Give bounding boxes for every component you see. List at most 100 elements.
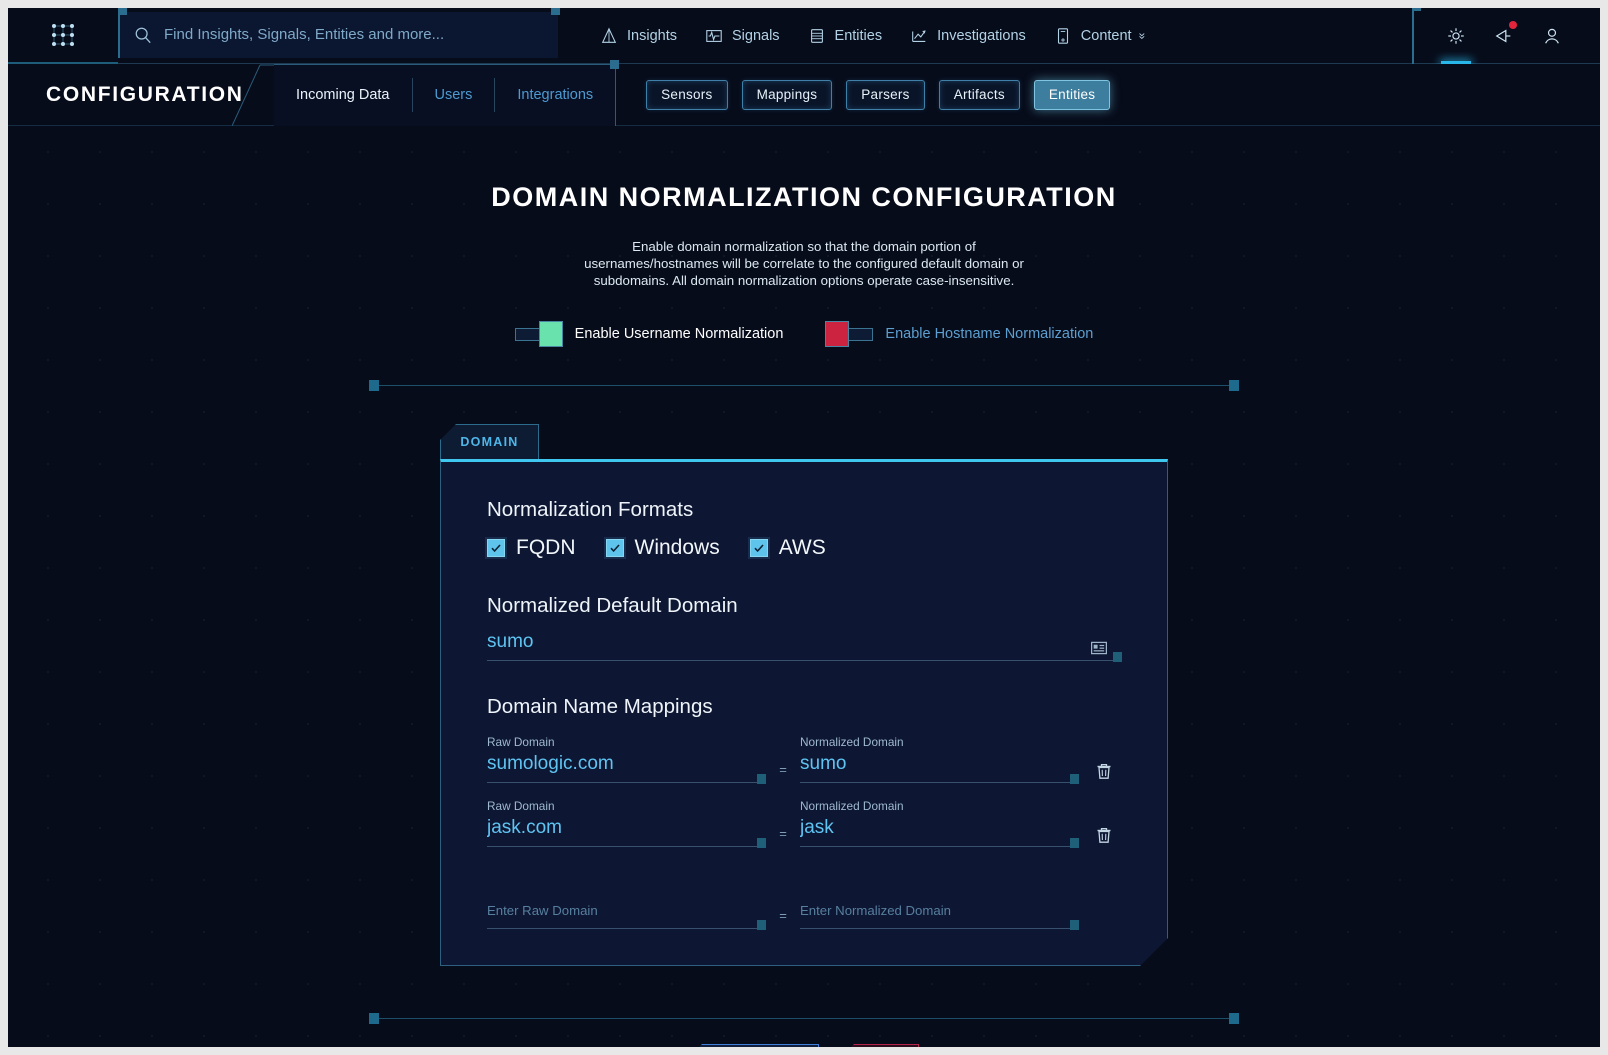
- toggle-group-username: Enable Username Normalization: [515, 321, 784, 347]
- page-title-configuration: CONFIGURATION: [46, 83, 232, 107]
- pill-entities[interactable]: Entities: [1034, 80, 1110, 110]
- equals-separator: =: [766, 762, 800, 783]
- toggle-knob: [825, 321, 849, 347]
- checkbox-label: AWS: [779, 536, 826, 560]
- field-end-cap: [757, 774, 766, 784]
- delete-mapping-button[interactable]: [1087, 827, 1121, 847]
- checkbox-item-fqdn[interactable]: FQDN: [487, 536, 576, 560]
- settings-button[interactable]: [1432, 8, 1480, 64]
- new-normalized-domain-input[interactable]: [800, 896, 1079, 929]
- configuration-bar: CONFIGURATION Incoming Data Users Integr…: [8, 64, 1600, 126]
- raw-domain-input[interactable]: [487, 814, 766, 847]
- delete-mapping-button[interactable]: [1087, 763, 1121, 783]
- insights-icon: [600, 27, 618, 45]
- announcements-button[interactable]: [1480, 8, 1528, 64]
- nav-divider: [1412, 8, 1414, 64]
- field-end-cap: [1113, 652, 1122, 662]
- subtab-users[interactable]: Users: [412, 78, 495, 112]
- checkbox-item-aws[interactable]: AWS: [750, 536, 826, 560]
- grid-dots-icon: [50, 22, 76, 48]
- tab-domain[interactable]: DOMAIN: [440, 424, 539, 459]
- nav-label: Entities: [835, 28, 883, 44]
- nav-item-insights[interactable]: Insights: [600, 27, 677, 45]
- mapping-row: Raw Domain = Normalized Domain: [487, 735, 1121, 783]
- checkbox-aws[interactable]: [750, 539, 768, 557]
- top-navigation-bar: Insights Signals Entities: [8, 8, 1600, 64]
- new-raw-domain-input[interactable]: [487, 896, 766, 929]
- checkbox-fqdn[interactable]: [487, 539, 505, 557]
- raw-domain-input[interactable]: [487, 750, 766, 783]
- subtab-group: Incoming Data Users Integrations: [274, 64, 616, 126]
- mapping-normalized-cell: Normalized Domain: [800, 735, 1079, 783]
- user-menu-button[interactable]: [1528, 8, 1576, 64]
- nav-item-entities[interactable]: Entities: [808, 27, 883, 45]
- normalized-domain-label: Normalized Domain: [800, 735, 1079, 749]
- default-domain-input[interactable]: [487, 628, 1121, 661]
- app-logo[interactable]: [8, 8, 118, 64]
- pill-label: Mappings: [757, 87, 818, 102]
- tab-domain-label: DOMAIN: [460, 435, 518, 449]
- normalized-domain-input[interactable]: [800, 814, 1079, 847]
- toggle-label-username: Enable Username Normalization: [575, 326, 784, 342]
- equals-separator: =: [766, 908, 800, 929]
- toggle-group-hostname: Enable Hostname Normalization: [825, 321, 1093, 347]
- field-end-cap: [1070, 838, 1079, 848]
- nav-item-investigations[interactable]: Investigations: [910, 27, 1026, 45]
- content-book-icon: [1054, 27, 1072, 45]
- field-end-cap: [757, 838, 766, 848]
- checkbox-item-windows[interactable]: Windows: [606, 536, 720, 560]
- search-input[interactable]: [164, 26, 544, 43]
- main-content: DOMAIN NORMALIZATION CONFIGURATION Enabl…: [8, 182, 1600, 1047]
- pill-label: Entities: [1049, 87, 1095, 102]
- primary-nav-items: Insights Signals Entities: [600, 27, 1145, 45]
- pill-label: Parsers: [861, 87, 909, 102]
- nav-label: Signals: [732, 28, 780, 44]
- pill-parsers[interactable]: Parsers: [846, 80, 924, 110]
- megaphone-icon: [1494, 26, 1514, 46]
- checkbox-label: Windows: [635, 536, 720, 560]
- subtab-integrations[interactable]: Integrations: [494, 78, 615, 112]
- contact-card-icon[interactable]: [1091, 641, 1107, 655]
- equals-separator: =: [766, 826, 800, 847]
- toggle-label-hostname: Enable Hostname Normalization: [885, 326, 1093, 342]
- nav-label: Insights: [627, 28, 677, 44]
- checkbox-windows[interactable]: [606, 539, 624, 557]
- pill-mappings[interactable]: Mappings: [742, 80, 833, 110]
- domain-panel-wrapper: DOMAIN Normalization Formats FQDN: [440, 424, 1168, 966]
- toggle-username-normalization[interactable]: [515, 321, 563, 347]
- mapping-normalized-cell: Normalized Domain: [800, 799, 1079, 847]
- form-actions: DISCARD EDITS SAVE: [8, 1044, 1600, 1047]
- new-mapping-raw-cell: Raw Domain: [487, 881, 766, 929]
- trash-icon: [1096, 763, 1112, 780]
- checkbox-label: FQDN: [516, 536, 576, 560]
- mapping-raw-cell: Raw Domain: [487, 735, 766, 783]
- bar-slant-decoration: [232, 64, 274, 126]
- new-mapping-normalized-cell: Normalized Domain: [800, 881, 1079, 929]
- save-button[interactable]: SAVE: [841, 1044, 919, 1047]
- toggle-hostname-normalization[interactable]: [825, 321, 873, 347]
- nav-item-signals[interactable]: Signals: [705, 27, 780, 45]
- toggle-knob: [539, 321, 563, 347]
- normalized-domain-input[interactable]: [800, 750, 1079, 783]
- investigations-chart-icon: [910, 27, 928, 45]
- field-end-cap: [1070, 920, 1079, 930]
- discard-edits-button[interactable]: DISCARD EDITS: [689, 1044, 819, 1047]
- global-search-bar[interactable]: [118, 12, 558, 58]
- normalization-formats-heading: Normalization Formats: [487, 498, 1121, 522]
- gear-icon: [1446, 26, 1466, 46]
- page-description: Enable domain normalization so that the …: [569, 238, 1039, 289]
- subtab-incoming-data[interactable]: Incoming Data: [274, 78, 412, 112]
- nav-item-content[interactable]: Content »: [1054, 27, 1145, 45]
- pill-label: Artifacts: [954, 87, 1005, 102]
- pill-artifacts[interactable]: Artifacts: [939, 80, 1020, 110]
- domain-mappings-heading: Domain Name Mappings: [487, 695, 1121, 719]
- pill-label: Sensors: [661, 87, 712, 102]
- check-icon: [490, 542, 502, 554]
- pill-sensors[interactable]: Sensors: [646, 80, 727, 110]
- nav-right-actions: [1412, 8, 1600, 64]
- application-window: Insights Signals Entities: [8, 8, 1600, 1047]
- field-end-cap: [1070, 774, 1079, 784]
- nav-label: Content: [1081, 28, 1132, 44]
- default-domain-field: [487, 628, 1121, 661]
- raw-domain-label: Raw Domain: [487, 735, 766, 749]
